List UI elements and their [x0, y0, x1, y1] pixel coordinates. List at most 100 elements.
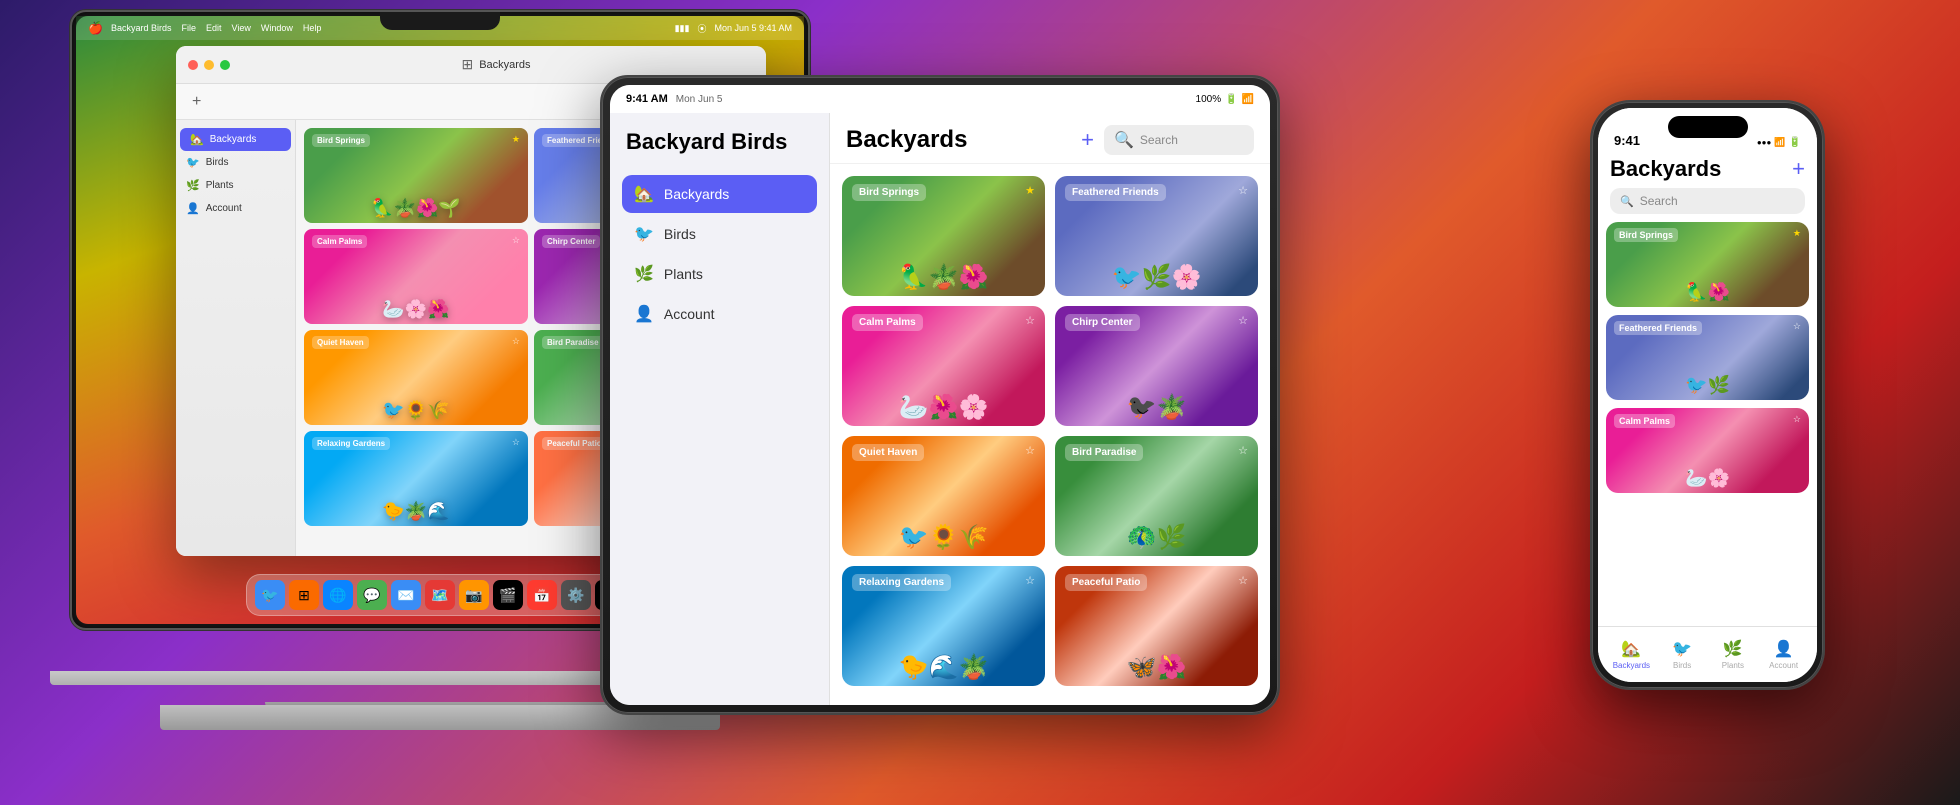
iphone-time: 9:41 [1614, 133, 1640, 148]
ipad-card-peaceful-patio[interactable]: Peaceful Patio ☆ 🦋🌺 [1055, 566, 1258, 686]
dock-settings[interactable]: ⚙️ [561, 580, 591, 610]
iphone-add-button[interactable]: + [1792, 156, 1805, 182]
ipad-date: Mon Jun 5 [676, 94, 723, 105]
ipad-card-calm-palms-star[interactable]: ☆ [1025, 314, 1035, 327]
ipad-search-box[interactable]: 🔍 Search [1104, 125, 1254, 155]
mac-sidebar-toggle-icon[interactable]: ⊞ [461, 56, 473, 73]
ipad-card-quiet-haven[interactable]: Quiet Haven ☆ 🐦🌻🌾 [842, 436, 1045, 556]
mac-nav-account[interactable]: 👤 Account [176, 197, 295, 220]
ipad-card-peaceful-scene: 🦋🌺 [1055, 626, 1258, 686]
ipad-add-button[interactable]: + [1081, 127, 1094, 153]
mac-card-paradise-label: Bird Paradise [542, 336, 604, 349]
mac-menu-help[interactable]: Help [303, 23, 322, 33]
iphone-tab-birds[interactable]: 🐦 Birds [1660, 639, 1704, 670]
mac-menu-view[interactable]: View [232, 23, 251, 33]
mac-menu-file[interactable]: File [181, 23, 196, 33]
ipad-card-paradise-scene: 🦚🌿 [1055, 496, 1258, 556]
mac-card-calm-palms-star[interactable]: ☆ [512, 235, 520, 246]
mac-menubar-right: ▮▮▮ ⦿ Mon Jun 5 9:41 AM [675, 22, 792, 35]
mac-window-title-area: ⊞ Backyards [461, 56, 530, 73]
ipad-card-bird-springs-star[interactable]: ★ [1025, 184, 1035, 197]
ipad-nav-account-label: Account [664, 306, 715, 322]
ipad-card-feathered-scene: 🐦🌿🌸 [1055, 236, 1258, 296]
ipad-nav-birds-label: Birds [664, 226, 696, 242]
iphone-tab-birds-label: Birds [1673, 661, 1691, 670]
iphone-item-calm-palms[interactable]: Calm Palms ☆ 🦢🌸 [1606, 408, 1809, 493]
dock-finder[interactable]: 🐦 [255, 580, 285, 610]
ipad-card-calm-palms-label: Calm Palms [852, 314, 923, 331]
ipad-card-paradise-star[interactable]: ☆ [1238, 444, 1248, 457]
mac-close-button[interactable] [188, 60, 198, 70]
mac-add-button[interactable]: + [192, 93, 201, 111]
ipad-body: 9:41 AM Mon Jun 5 100% 🔋 📶 Backyard Bird… [600, 75, 1280, 715]
iphone-tab-backyards[interactable]: 🏡 Backyards [1609, 639, 1653, 670]
mac-nav-plants-label: Plants [206, 180, 234, 191]
mac-card-quiet-star[interactable]: ☆ [512, 336, 520, 347]
mac-card-quiet-haven[interactable]: Quiet Haven ☆ 🐦🌻🌾 [304, 330, 528, 425]
mac-card-relaxing-gardens[interactable]: Relaxing Gardens ☆ 🐤🪴🌊 [304, 431, 528, 526]
iphone-tab-account[interactable]: 👤 Account [1762, 639, 1806, 670]
ipad-app-title: Backyard Birds [622, 129, 817, 155]
mac-nav-backyards[interactable]: 🏡 Backyards [180, 128, 291, 151]
mac-menu-edit[interactable]: Edit [206, 23, 222, 33]
iphone-tab-account-icon: 👤 [1774, 639, 1794, 659]
mac-menu-appname[interactable]: Backyard Birds [111, 23, 172, 33]
mac-nav-plants[interactable]: 🌿 Plants [176, 174, 295, 197]
ipad-card-relaxing-gardens[interactable]: Relaxing Gardens ☆ 🐤🌊🪴 [842, 566, 1045, 686]
iphone-item-bird-springs-label: Bird Springs [1614, 228, 1678, 242]
ipad-card-chirp-center[interactable]: Chirp Center ☆ 🐦‍⬛🪴 [1055, 306, 1258, 426]
mac-card-relaxing-star[interactable]: ☆ [512, 437, 520, 448]
ipad-card-bird-paradise[interactable]: Bird Paradise ☆ 🦚🌿 [1055, 436, 1258, 556]
ipad-card-feathered-star[interactable]: ☆ [1238, 184, 1248, 197]
ipad-nav-backyards-label: Backyards [664, 186, 729, 202]
dock-safari[interactable]: 🌐 [323, 580, 353, 610]
ipad-card-peaceful-star[interactable]: ☆ [1238, 574, 1248, 587]
mac-maximize-button[interactable] [220, 60, 230, 70]
ipad-card-bird-springs[interactable]: Bird Springs ★ 🦜🪴🌺 [842, 176, 1045, 296]
iphone-item-calm-palms-star[interactable]: ☆ [1793, 414, 1801, 425]
dock-calendar[interactable]: 📅 [527, 580, 557, 610]
ipad-content: Backyard Birds 🏡 Backyards 🐦 Birds 🌿 Pla… [610, 113, 1270, 705]
dock-mail[interactable]: ✉️ [391, 580, 421, 610]
mac-card-calm-palms-scene: 🦢🌸🌺 [304, 264, 528, 324]
ipad-wifi-icon: 📶 [1242, 94, 1254, 105]
iphone-tab-plants[interactable]: 🌿 Plants [1711, 639, 1755, 670]
mac-apple-icon: 🍎 [88, 21, 103, 35]
dock-launchpad[interactable]: ⊞ [289, 580, 319, 610]
dock-facetime[interactable]: 🎬 [493, 580, 523, 610]
dock-maps[interactable]: 🗺️ [425, 580, 455, 610]
dock-photos[interactable]: 📷 [459, 580, 489, 610]
mac-card-calm-palms-label: Calm Palms [312, 235, 367, 248]
ipad-card-calm-palms[interactable]: Calm Palms ☆ 🦢🌺🌸 [842, 306, 1045, 426]
ipad-card-chirp-star[interactable]: ☆ [1238, 314, 1248, 327]
iphone-item-bird-springs[interactable]: Bird Springs ★ 🦜🌺 [1606, 222, 1809, 307]
iphone-main-title: Backyards [1610, 156, 1721, 182]
ipad-card-quiet-star[interactable]: ☆ [1025, 444, 1035, 457]
iphone-item-bird-springs-star[interactable]: ★ [1793, 228, 1801, 239]
dock-messages[interactable]: 💬 [357, 580, 387, 610]
mac-card-relaxing-scene: 🐤🪴🌊 [304, 466, 528, 526]
mac-card-bird-springs[interactable]: Bird Springs ★ 🦜🪴🌺🌱 [304, 128, 528, 223]
mac-menu-window[interactable]: Window [261, 23, 293, 33]
ipad-search-icon: 🔍 [1114, 130, 1134, 150]
mac-card-bird-springs-star[interactable]: ★ [512, 134, 520, 145]
ipad-nav-plants[interactable]: 🌿 Plants [622, 255, 817, 293]
ipad-nav-account[interactable]: 👤 Account [622, 295, 817, 333]
iphone-item-feathered-label: Feathered Friends [1614, 321, 1702, 335]
ipad-nav-birds[interactable]: 🐦 Birds [622, 215, 817, 253]
mac-minimize-button[interactable] [204, 60, 214, 70]
mac-nav-birds[interactable]: 🐦 Birds [176, 151, 295, 174]
iphone-item-feathered-star[interactable]: ☆ [1793, 321, 1801, 332]
iphone-search-bar[interactable]: 🔍 Search [1610, 188, 1805, 214]
iphone-item-feathered-friends[interactable]: Feathered Friends ☆ 🐦🌿 [1606, 315, 1809, 400]
mac-card-calm-palms[interactable]: Calm Palms ☆ 🦢🌸🌺 [304, 229, 528, 324]
iphone-status-right: ●●● 📶 🔋 [1757, 137, 1801, 148]
mac-nav-account-label: Account [206, 203, 242, 214]
mac-nav-account-icon: 👤 [186, 202, 200, 215]
ipad-nav-account-icon: 👤 [634, 304, 654, 324]
ipad-card-bird-springs-scene: 🦜🪴🌺 [842, 236, 1045, 296]
ipad-nav-backyards[interactable]: 🏡 Backyards [622, 175, 817, 213]
ipad-card-relaxing-star[interactable]: ☆ [1025, 574, 1035, 587]
iphone-main-header: Backyards + [1598, 152, 1817, 188]
ipad-card-feathered-friends[interactable]: Feathered Friends ☆ 🐦🌿🌸 [1055, 176, 1258, 296]
